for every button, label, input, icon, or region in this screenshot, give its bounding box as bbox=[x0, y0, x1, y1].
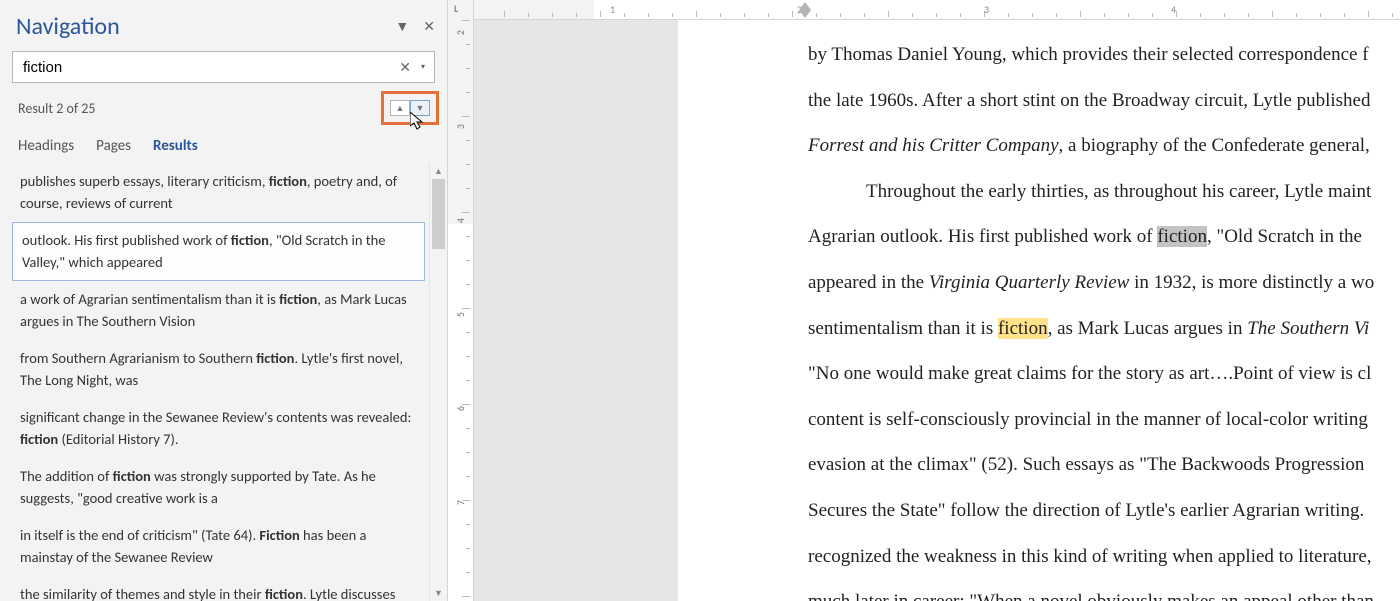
nav-tabs: Headings Pages Results bbox=[0, 125, 447, 163]
scroll-thumb[interactable] bbox=[432, 179, 445, 249]
search-box: ✕ ▾ bbox=[12, 51, 435, 83]
result-item[interactable]: outlook. His first published work of fic… bbox=[12, 222, 425, 281]
pane-options-dropdown-icon[interactable]: ▼ bbox=[391, 16, 413, 37]
search-options-dropdown-icon[interactable]: ▾ bbox=[416, 60, 430, 74]
result-item[interactable]: The addition of fiction was strongly sup… bbox=[12, 458, 425, 517]
results-scrollbar[interactable]: ▲ ▼ bbox=[429, 163, 447, 601]
vertical-ruler: L 234567 bbox=[448, 0, 474, 601]
result-count: Result 2 of 25 bbox=[18, 100, 96, 117]
search-clear-icon[interactable]: ✕ bbox=[394, 57, 416, 78]
result-item[interactable]: significant change in the Sewanee Review… bbox=[12, 399, 425, 458]
result-item[interactable]: the similarity of themes and style in th… bbox=[12, 576, 425, 601]
tab-headings[interactable]: Headings bbox=[18, 137, 74, 155]
tab-results[interactable]: Results bbox=[153, 137, 198, 155]
document-page[interactable]: by Thomas Daniel Young, which provides t… bbox=[678, 20, 1400, 601]
result-nav-buttons: ▲ ▼ bbox=[381, 91, 439, 125]
next-result-button[interactable]: ▼ bbox=[410, 100, 430, 116]
hanging-indent-marker[interactable] bbox=[799, 10, 811, 18]
scroll-track[interactable] bbox=[430, 179, 447, 585]
scroll-down-icon[interactable]: ▼ bbox=[430, 585, 447, 601]
prev-result-button[interactable]: ▲ bbox=[390, 100, 410, 116]
navigation-title: Navigation bbox=[16, 12, 120, 41]
document-container: L 234567 1234 by Thomas Daniel Young, wh… bbox=[448, 0, 1400, 601]
result-item[interactable]: from Southern Agrarianism to Southern fi… bbox=[12, 340, 425, 399]
first-line-indent-marker[interactable] bbox=[799, 2, 811, 10]
ruler-tab-indicator[interactable]: L bbox=[454, 2, 458, 15]
horizontal-ruler: 1234 bbox=[474, 0, 1400, 20]
result-item[interactable]: a work of Agrarian sentimentalism than i… bbox=[12, 281, 425, 340]
result-item[interactable]: publishes superb essays, literary critic… bbox=[12, 163, 425, 222]
result-item[interactable]: in itself is the end of criticism" (Tate… bbox=[12, 517, 425, 576]
tab-pages[interactable]: Pages bbox=[96, 137, 131, 155]
scroll-up-icon[interactable]: ▲ bbox=[430, 163, 447, 179]
document-scroll-area[interactable]: 1234 by Thomas Daniel Young, which provi… bbox=[474, 0, 1400, 601]
search-input[interactable] bbox=[13, 55, 394, 80]
navigation-pane: Navigation ▼ ✕ ✕ ▾ Result 2 of 25 ▲ ▼ bbox=[0, 0, 448, 601]
pane-close-icon[interactable]: ✕ bbox=[419, 16, 439, 37]
results-list: publishes superb essays, literary critic… bbox=[12, 163, 429, 601]
